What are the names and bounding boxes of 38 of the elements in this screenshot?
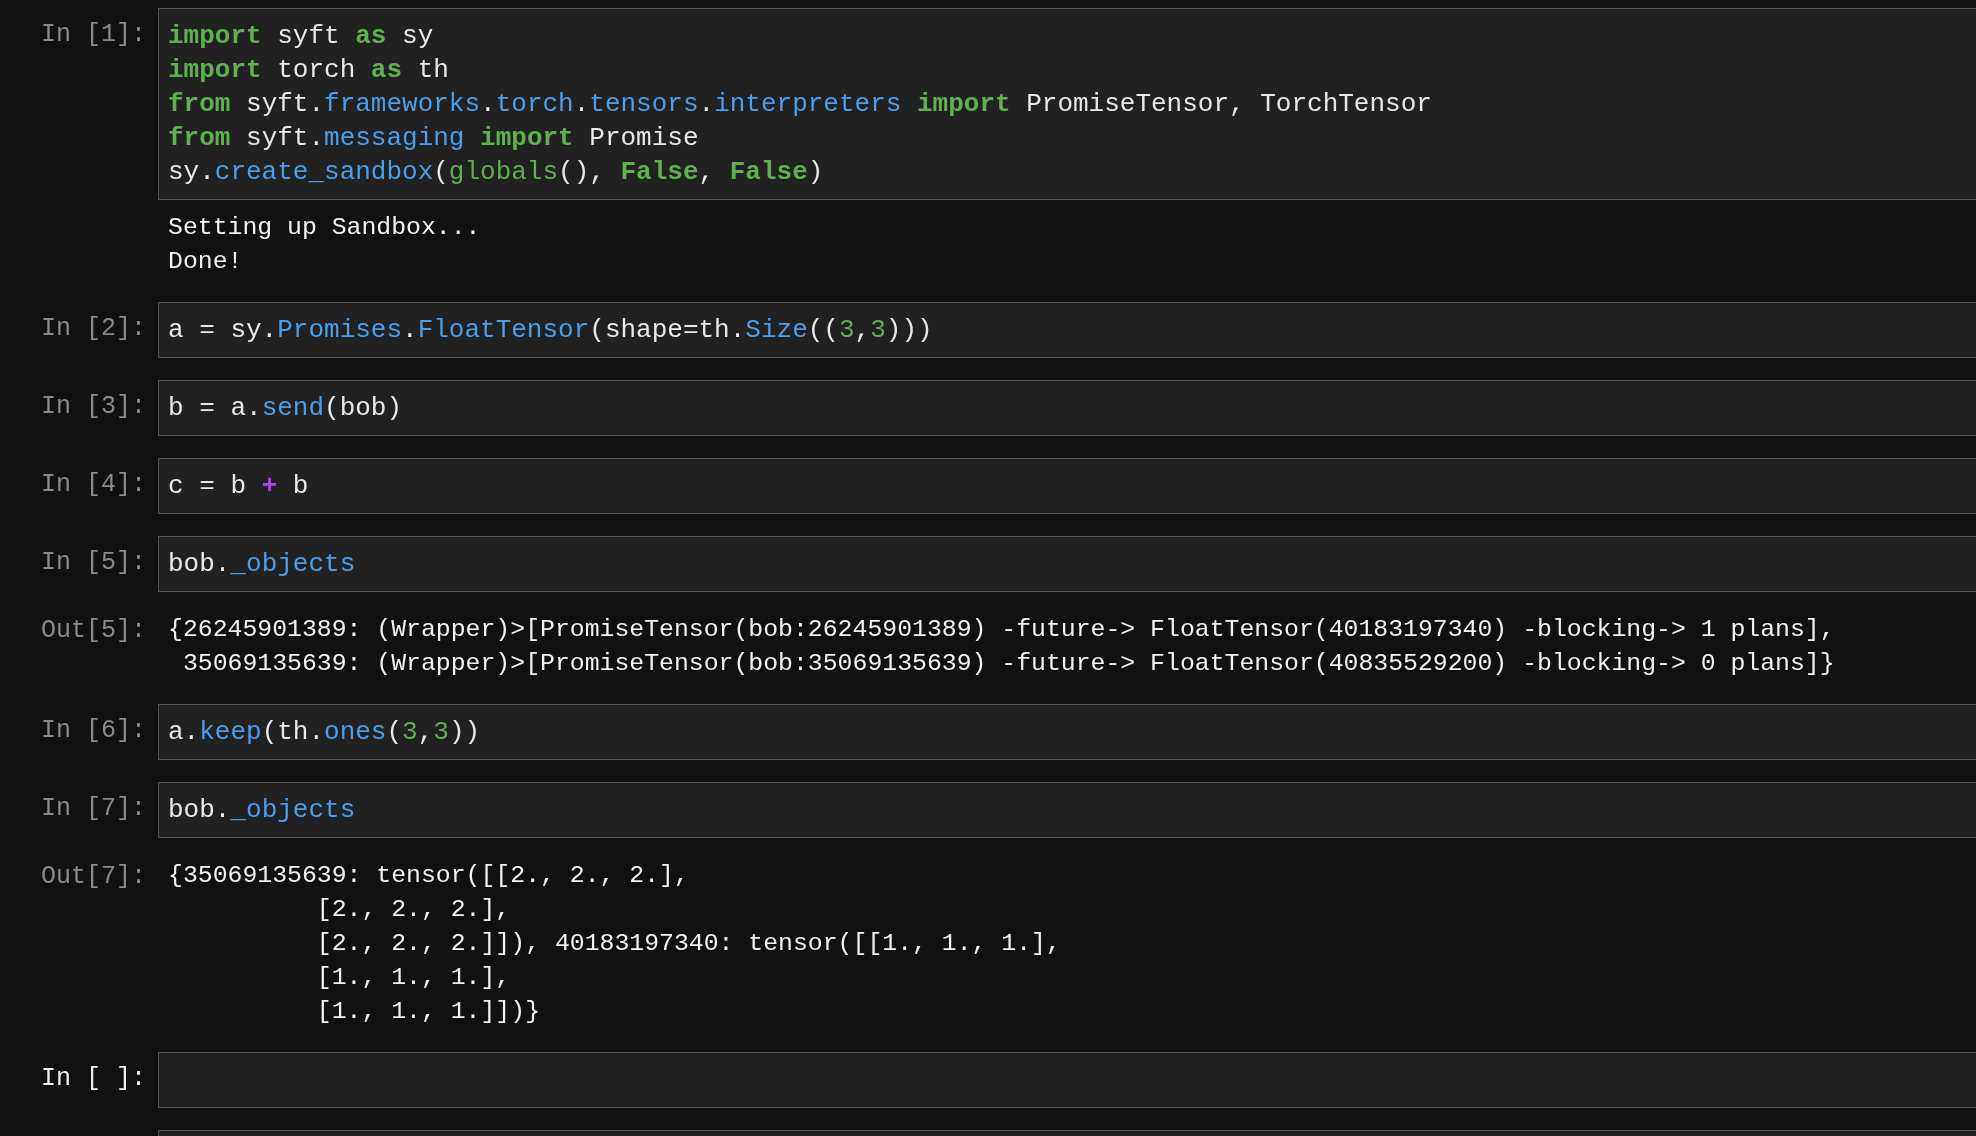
output-line: {35069135639: tensor([[2., 2., 2.], xyxy=(168,860,690,891)
output-line: [1., 1., 1.], xyxy=(315,962,512,993)
code-line: from syft.frameworks.torch.tensors.interpreters import PromiseTensor, TorchTensor xyxy=(168,88,1432,121)
cell-prompt: In [4]: xyxy=(40,469,146,501)
code-line: c = b + b xyxy=(168,470,309,503)
code-line: bob._objects xyxy=(168,548,356,581)
code-line: a.keep(th.ones(3,3)) xyxy=(168,716,481,749)
code-cell-editor[interactable]: b = a.send(bob) xyxy=(158,380,1976,436)
cell-prompt: In [7]: xyxy=(40,793,146,825)
code-line: a = sy.Promises.FloatTensor(shape=th.Size((3,3))) xyxy=(168,314,933,347)
output-line: [1., 1., 1.]])} xyxy=(315,996,541,1027)
output-line: 35069135639: (Wrapper)>[PromiseTensor(bob:35069135639) -future-> FloatTensor(40835529200) -blocking-> 0 plans]} xyxy=(181,648,1836,679)
cell-prompt: In [3]: xyxy=(40,391,146,423)
output-line: Setting up Sandbox... xyxy=(168,212,482,243)
cell-prompt: In [5]: xyxy=(40,547,146,579)
code-line: b = a.send(bob) xyxy=(168,392,403,425)
code-cell-editor[interactable] xyxy=(158,1052,1976,1108)
cell-prompt: In [ ]: xyxy=(40,1063,146,1095)
code-line: sy.create_sandbox(globals(), False, False) xyxy=(168,156,824,189)
code-line: from syft.messaging import Promise xyxy=(168,122,699,155)
output-prompt: Out[5]: xyxy=(40,615,146,647)
cell-prompt: In [1]: xyxy=(40,19,146,51)
output-line: Done! xyxy=(168,246,244,277)
code-line: import torch as th xyxy=(168,54,449,87)
cell-prompt: In [2]: xyxy=(40,313,146,345)
code-cell-editor[interactable]: bob._objects xyxy=(158,536,1976,592)
code-cell-editor[interactable]: c = b + b xyxy=(158,458,1976,514)
output-prompt: Out[7]: xyxy=(40,861,146,893)
code-cell-editor[interactable]: a.keep(th.ones(3,3)) xyxy=(158,704,1976,760)
code-cell-editor[interactable]: a = sy.Promises.FloatTensor(shape=th.Size((3,3))) xyxy=(158,302,1976,358)
output-line: [2., 2., 2.]]), 40183197340: tensor([[1., 1., 1.], xyxy=(315,928,1062,959)
output-line: [2., 2., 2.], xyxy=(315,894,512,925)
cell-prompt: In [6]: xyxy=(40,715,146,747)
code-cell-editor[interactable]: bob._objects xyxy=(158,782,1976,838)
code-cell-editor[interactable]: import syft as sy import torch as th from syft.frameworks.torch.tensors.interpreters import PromiseTensor, TorchTensor from syft.messaging import Promise sy.create_sandbox(globals(), False, False) xyxy=(158,8,1976,200)
output-line: {26245901389: (Wrapper)>[PromiseTensor(bob:26245901389) -future-> FloatTensor(40183197340) -blocking-> 1 plans], xyxy=(168,614,1836,645)
code-line: import syft as sy xyxy=(168,20,434,53)
code-line: bob._objects xyxy=(168,794,356,827)
